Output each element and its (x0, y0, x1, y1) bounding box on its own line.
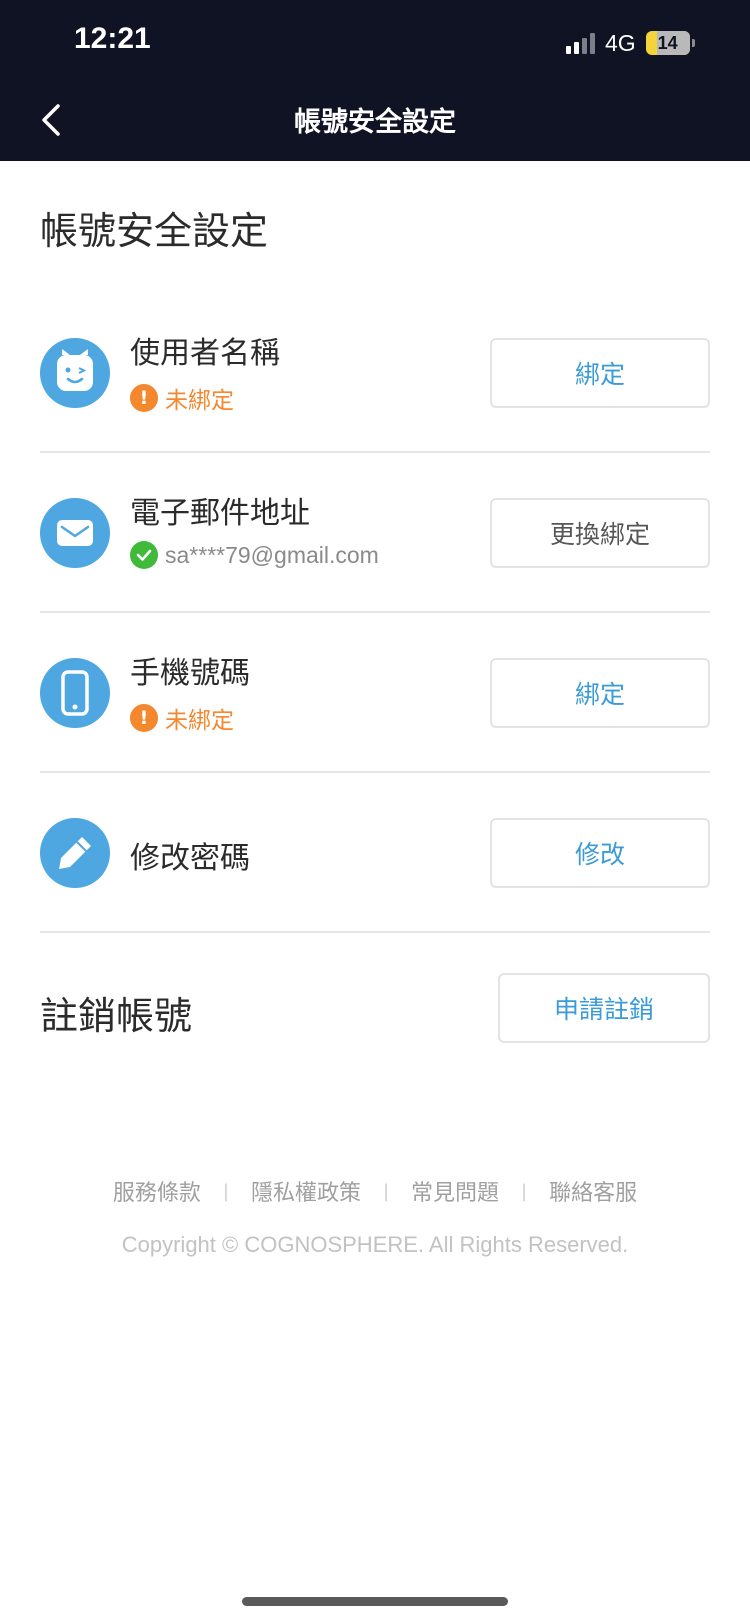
contact-support-link[interactable]: 聯絡客服 (549, 1175, 637, 1207)
phone-row: 手機號碼 ! 未綁定 綁定 (40, 613, 710, 773)
top-bar: 12:21 4G 14 帳號安全設定 (0, 0, 750, 161)
status-indicators: 4G 14 (566, 28, 695, 58)
separator: | (521, 1180, 528, 1202)
email-label: 電子郵件地址 (130, 496, 310, 531)
email-row: 電子郵件地址 sa****79@gmail.com 更換綁定 (40, 453, 710, 613)
username-status-text: 未綁定 (165, 388, 234, 414)
divider (40, 931, 710, 933)
envelope-icon (40, 498, 110, 568)
cancel-account-label: 註銷帳號 (40, 994, 193, 1038)
faq-link[interactable]: 常見問題 (411, 1175, 499, 1207)
privacy-link[interactable]: 隱私權政策 (251, 1175, 361, 1207)
bind-username-button[interactable]: 綁定 (490, 338, 710, 408)
change-email-button[interactable]: 更換綁定 (490, 498, 710, 568)
page-title: 帳號安全設定 (40, 209, 269, 253)
request-cancel-button[interactable]: 申請註銷 (498, 973, 710, 1043)
network-type: 4G (605, 29, 636, 56)
nav-title: 帳號安全設定 (294, 107, 456, 138)
password-row: 修改密碼 修改 (40, 773, 710, 933)
phone-status: ! 未綁定 (130, 701, 234, 735)
phone-status-text: 未綁定 (165, 708, 234, 734)
status-time: 12:21 (74, 22, 151, 55)
pencil-icon (40, 818, 110, 888)
phone-icon (40, 658, 110, 728)
battery-icon: 14 (645, 31, 690, 55)
warning-icon: ! (130, 384, 158, 412)
face-icon (40, 338, 110, 408)
terms-link[interactable]: 服務條款 (113, 1175, 201, 1207)
separator: | (222, 1180, 229, 1202)
email-address: sa****79@gmail.com (165, 541, 379, 568)
password-label: 修改密碼 (130, 841, 250, 876)
change-password-button[interactable]: 修改 (490, 818, 710, 888)
footer-links: 服務條款 | 隱私權政策 | 常見問題 | 聯絡客服 (0, 1175, 750, 1207)
email-status: sa****79@gmail.com (130, 541, 379, 569)
signal-icon (566, 32, 595, 54)
copyright-text: Copyright © COGNOSPHERE. All Rights Rese… (121, 1232, 629, 1257)
username-status: ! 未綁定 (130, 381, 234, 415)
check-icon (130, 541, 158, 569)
username-label: 使用者名稱 (130, 336, 280, 371)
battery-tip (691, 39, 695, 47)
home-indicator[interactable] (242, 1597, 508, 1606)
phone-label: 手機號碼 (130, 656, 250, 691)
username-row: 使用者名稱 ! 未綁定 綁定 (40, 293, 710, 453)
battery-level: 14 (657, 32, 678, 53)
warning-icon: ! (130, 704, 158, 732)
bind-phone-button[interactable]: 綁定 (490, 658, 710, 728)
separator: | (382, 1180, 390, 1202)
